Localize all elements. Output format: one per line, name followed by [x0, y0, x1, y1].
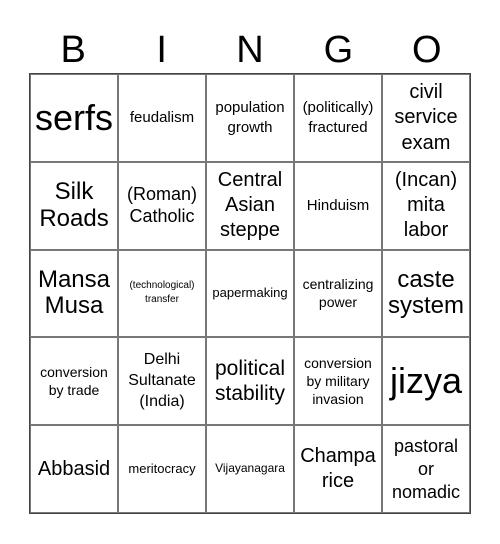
bingo-cell[interactable]: jizya: [382, 337, 470, 426]
bingo-cell[interactable]: (politically) fractured: [294, 74, 382, 162]
bingo-cell[interactable]: population growth: [206, 74, 294, 162]
bingo-cell[interactable]: feudalism: [118, 74, 206, 162]
bingo-card: serfs feudalism population growth (polit…: [29, 73, 471, 514]
bingo-cell[interactable]: Central Asian steppe: [206, 161, 294, 250]
bingo-cell[interactable]: conversion by trade: [30, 337, 118, 426]
header-letter-g: G: [323, 29, 354, 71]
bingo-cell[interactable]: Hinduism: [294, 161, 382, 250]
header-letter-i: I: [156, 29, 167, 71]
bingo-cell[interactable]: civil service exam: [382, 74, 470, 162]
bingo-cell[interactable]: Silk Roads: [30, 161, 118, 250]
bingo-header: B I N G O: [29, 26, 471, 74]
header-letter-n: N: [236, 29, 264, 71]
bingo-cell[interactable]: (Roman) Catholic: [118, 161, 206, 250]
bingo-cell[interactable]: Champa rice: [294, 425, 382, 513]
bingo-cell[interactable]: caste system: [382, 249, 470, 338]
header-letter-b: B: [60, 29, 86, 71]
header-letter-o: O: [412, 29, 442, 71]
bingo-cell[interactable]: (technological) transfer: [118, 249, 206, 338]
bingo-cell[interactable]: pastoral or nomadic: [382, 425, 470, 513]
bingo-cell[interactable]: serfs: [30, 74, 118, 162]
bingo-cell[interactable]: papermaking: [206, 249, 294, 338]
bingo-cell[interactable]: meritocracy: [118, 425, 206, 513]
bingo-cell[interactable]: centralizing power: [294, 249, 382, 338]
bingo-cell[interactable]: Mansa Musa: [30, 249, 118, 338]
bingo-cell[interactable]: Abbasid: [30, 425, 118, 513]
bingo-cell[interactable]: political stability: [206, 337, 294, 426]
bingo-cell[interactable]: Delhi Sultanate (India): [118, 337, 206, 426]
bingo-cell[interactable]: Vijayanagara: [206, 425, 294, 513]
bingo-cell[interactable]: (Incan) mita labor: [382, 161, 470, 250]
bingo-cell[interactable]: conversion by military invasion: [294, 337, 382, 426]
